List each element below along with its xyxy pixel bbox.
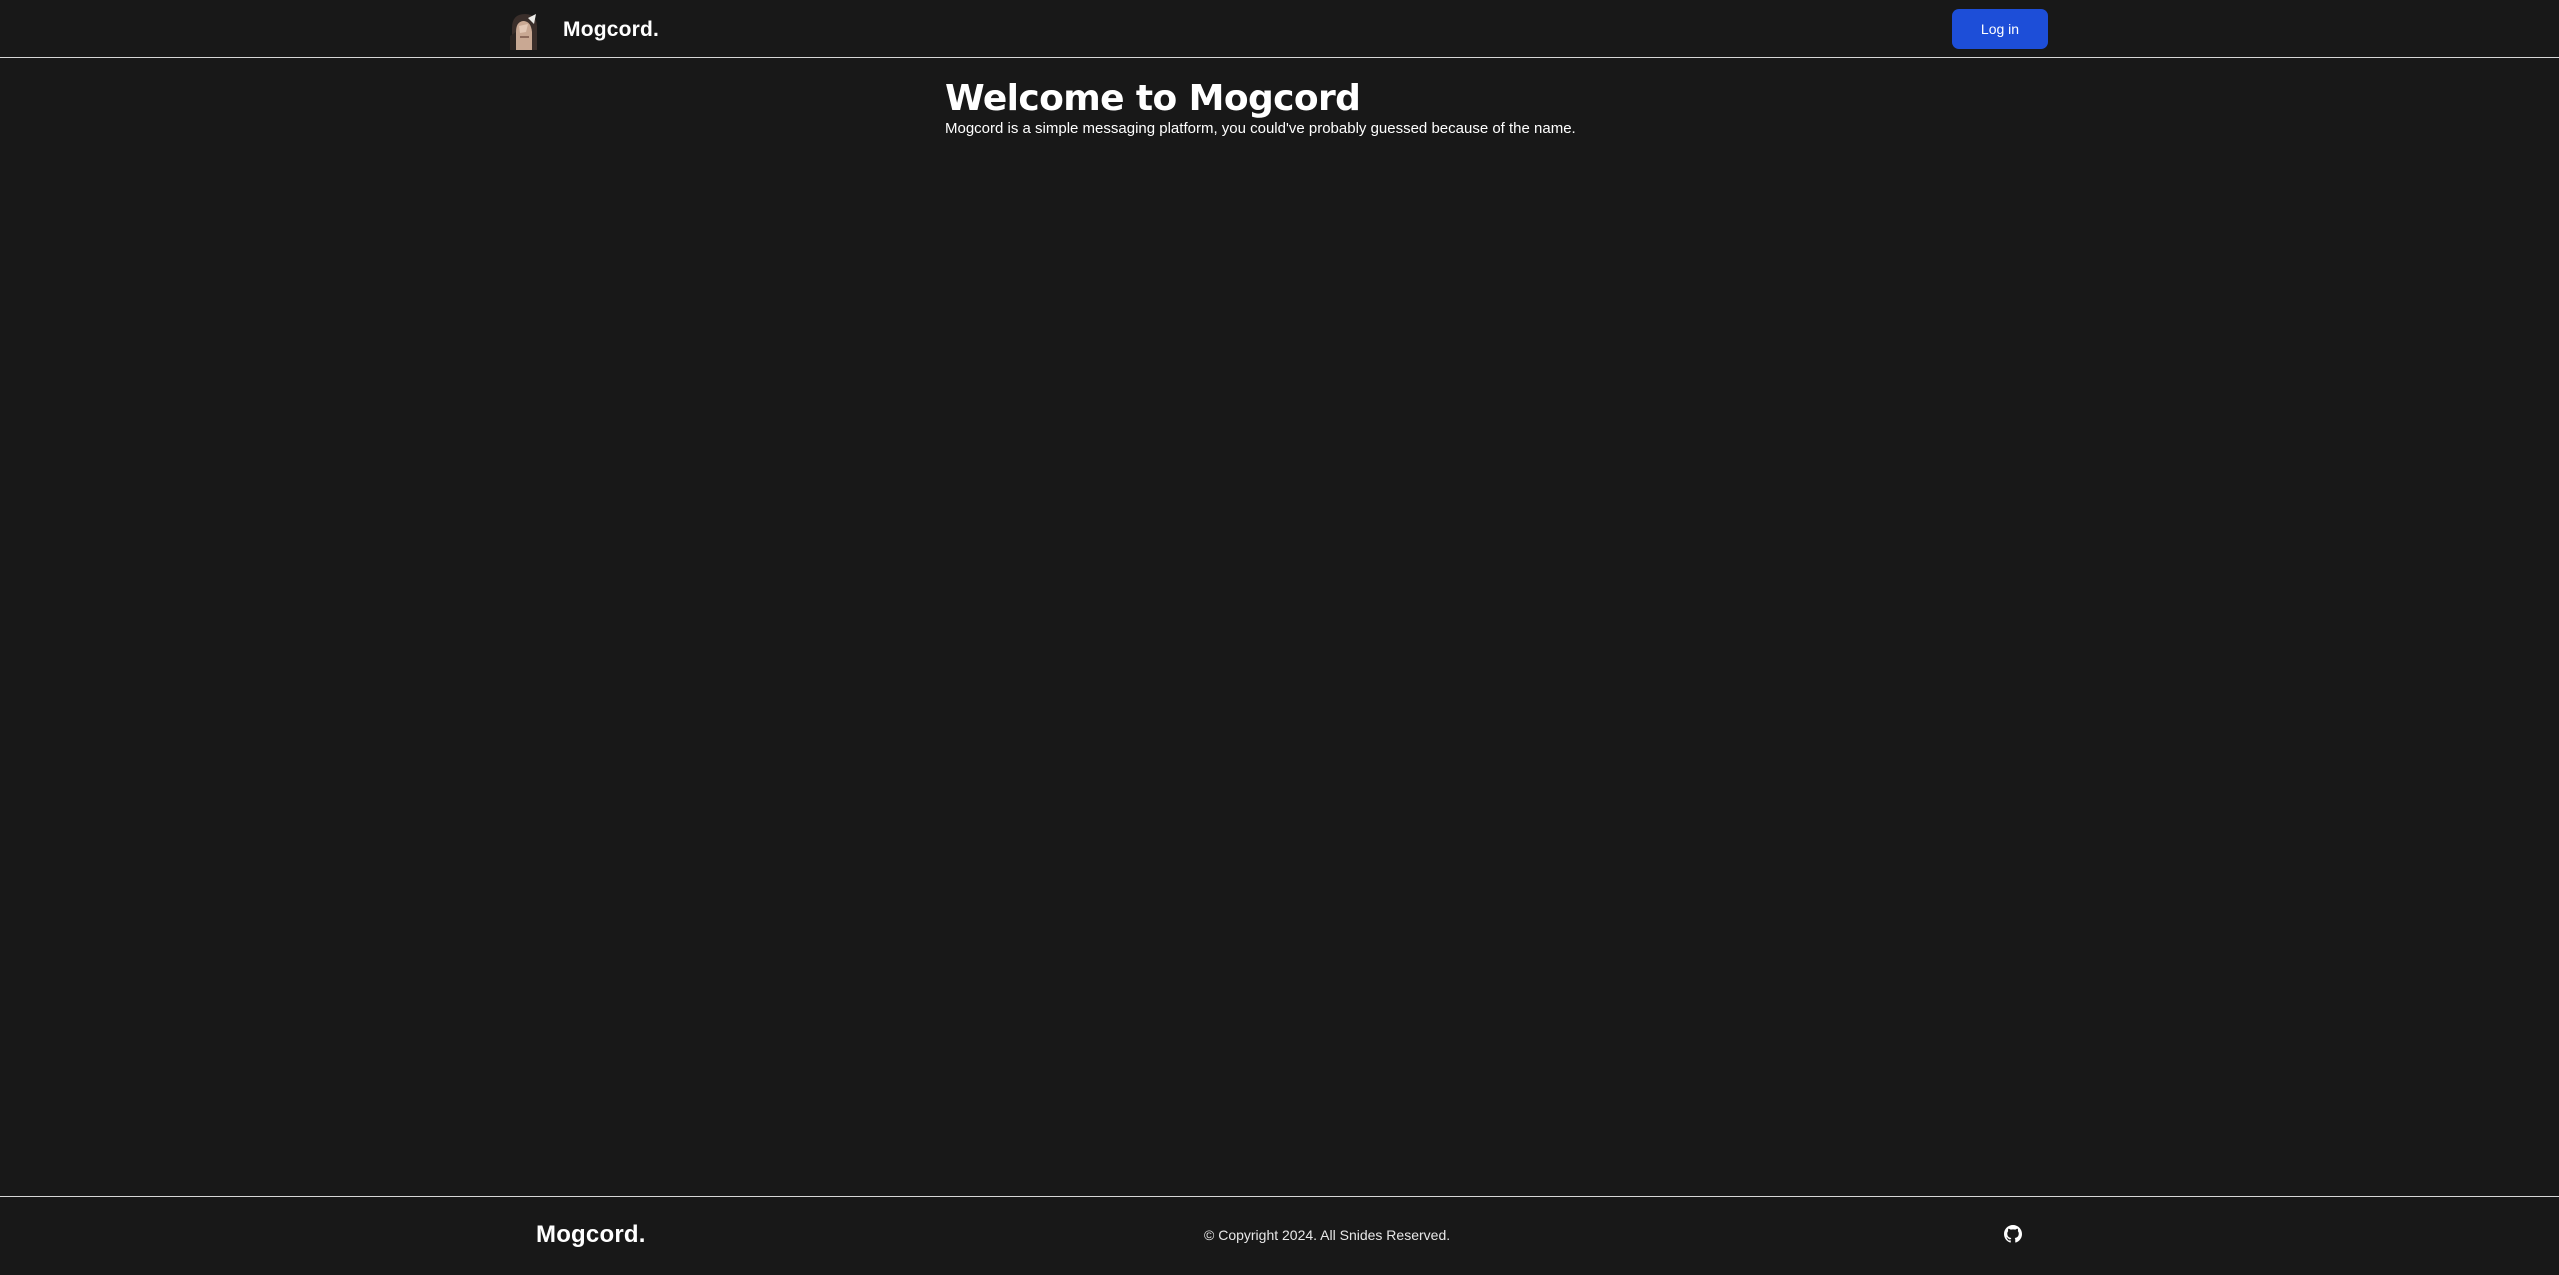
avatar-icon xyxy=(506,10,542,50)
footer: Mogcord. © Copyright 2024. All Snides Re… xyxy=(0,1196,2559,1275)
brand-name: Mogcord. xyxy=(563,18,660,41)
footer-brand: Mogcord. xyxy=(536,1221,646,1248)
copyright-text: © Copyright 2024. All Snides Reserved. xyxy=(1204,1227,1451,1243)
brand-link[interactable]: Mogcord. xyxy=(506,10,659,50)
github-link[interactable] xyxy=(2004,1225,2022,1243)
login-button[interactable]: Log in xyxy=(1952,9,2048,49)
page-subtitle: Mogcord is a simple messaging platform, … xyxy=(945,120,1576,137)
page: Mogcord. Log in Welcome to Mogcord Mogco… xyxy=(0,0,2559,1275)
navbar: Mogcord. Log in xyxy=(0,0,2559,58)
github-icon xyxy=(2004,1225,2022,1243)
